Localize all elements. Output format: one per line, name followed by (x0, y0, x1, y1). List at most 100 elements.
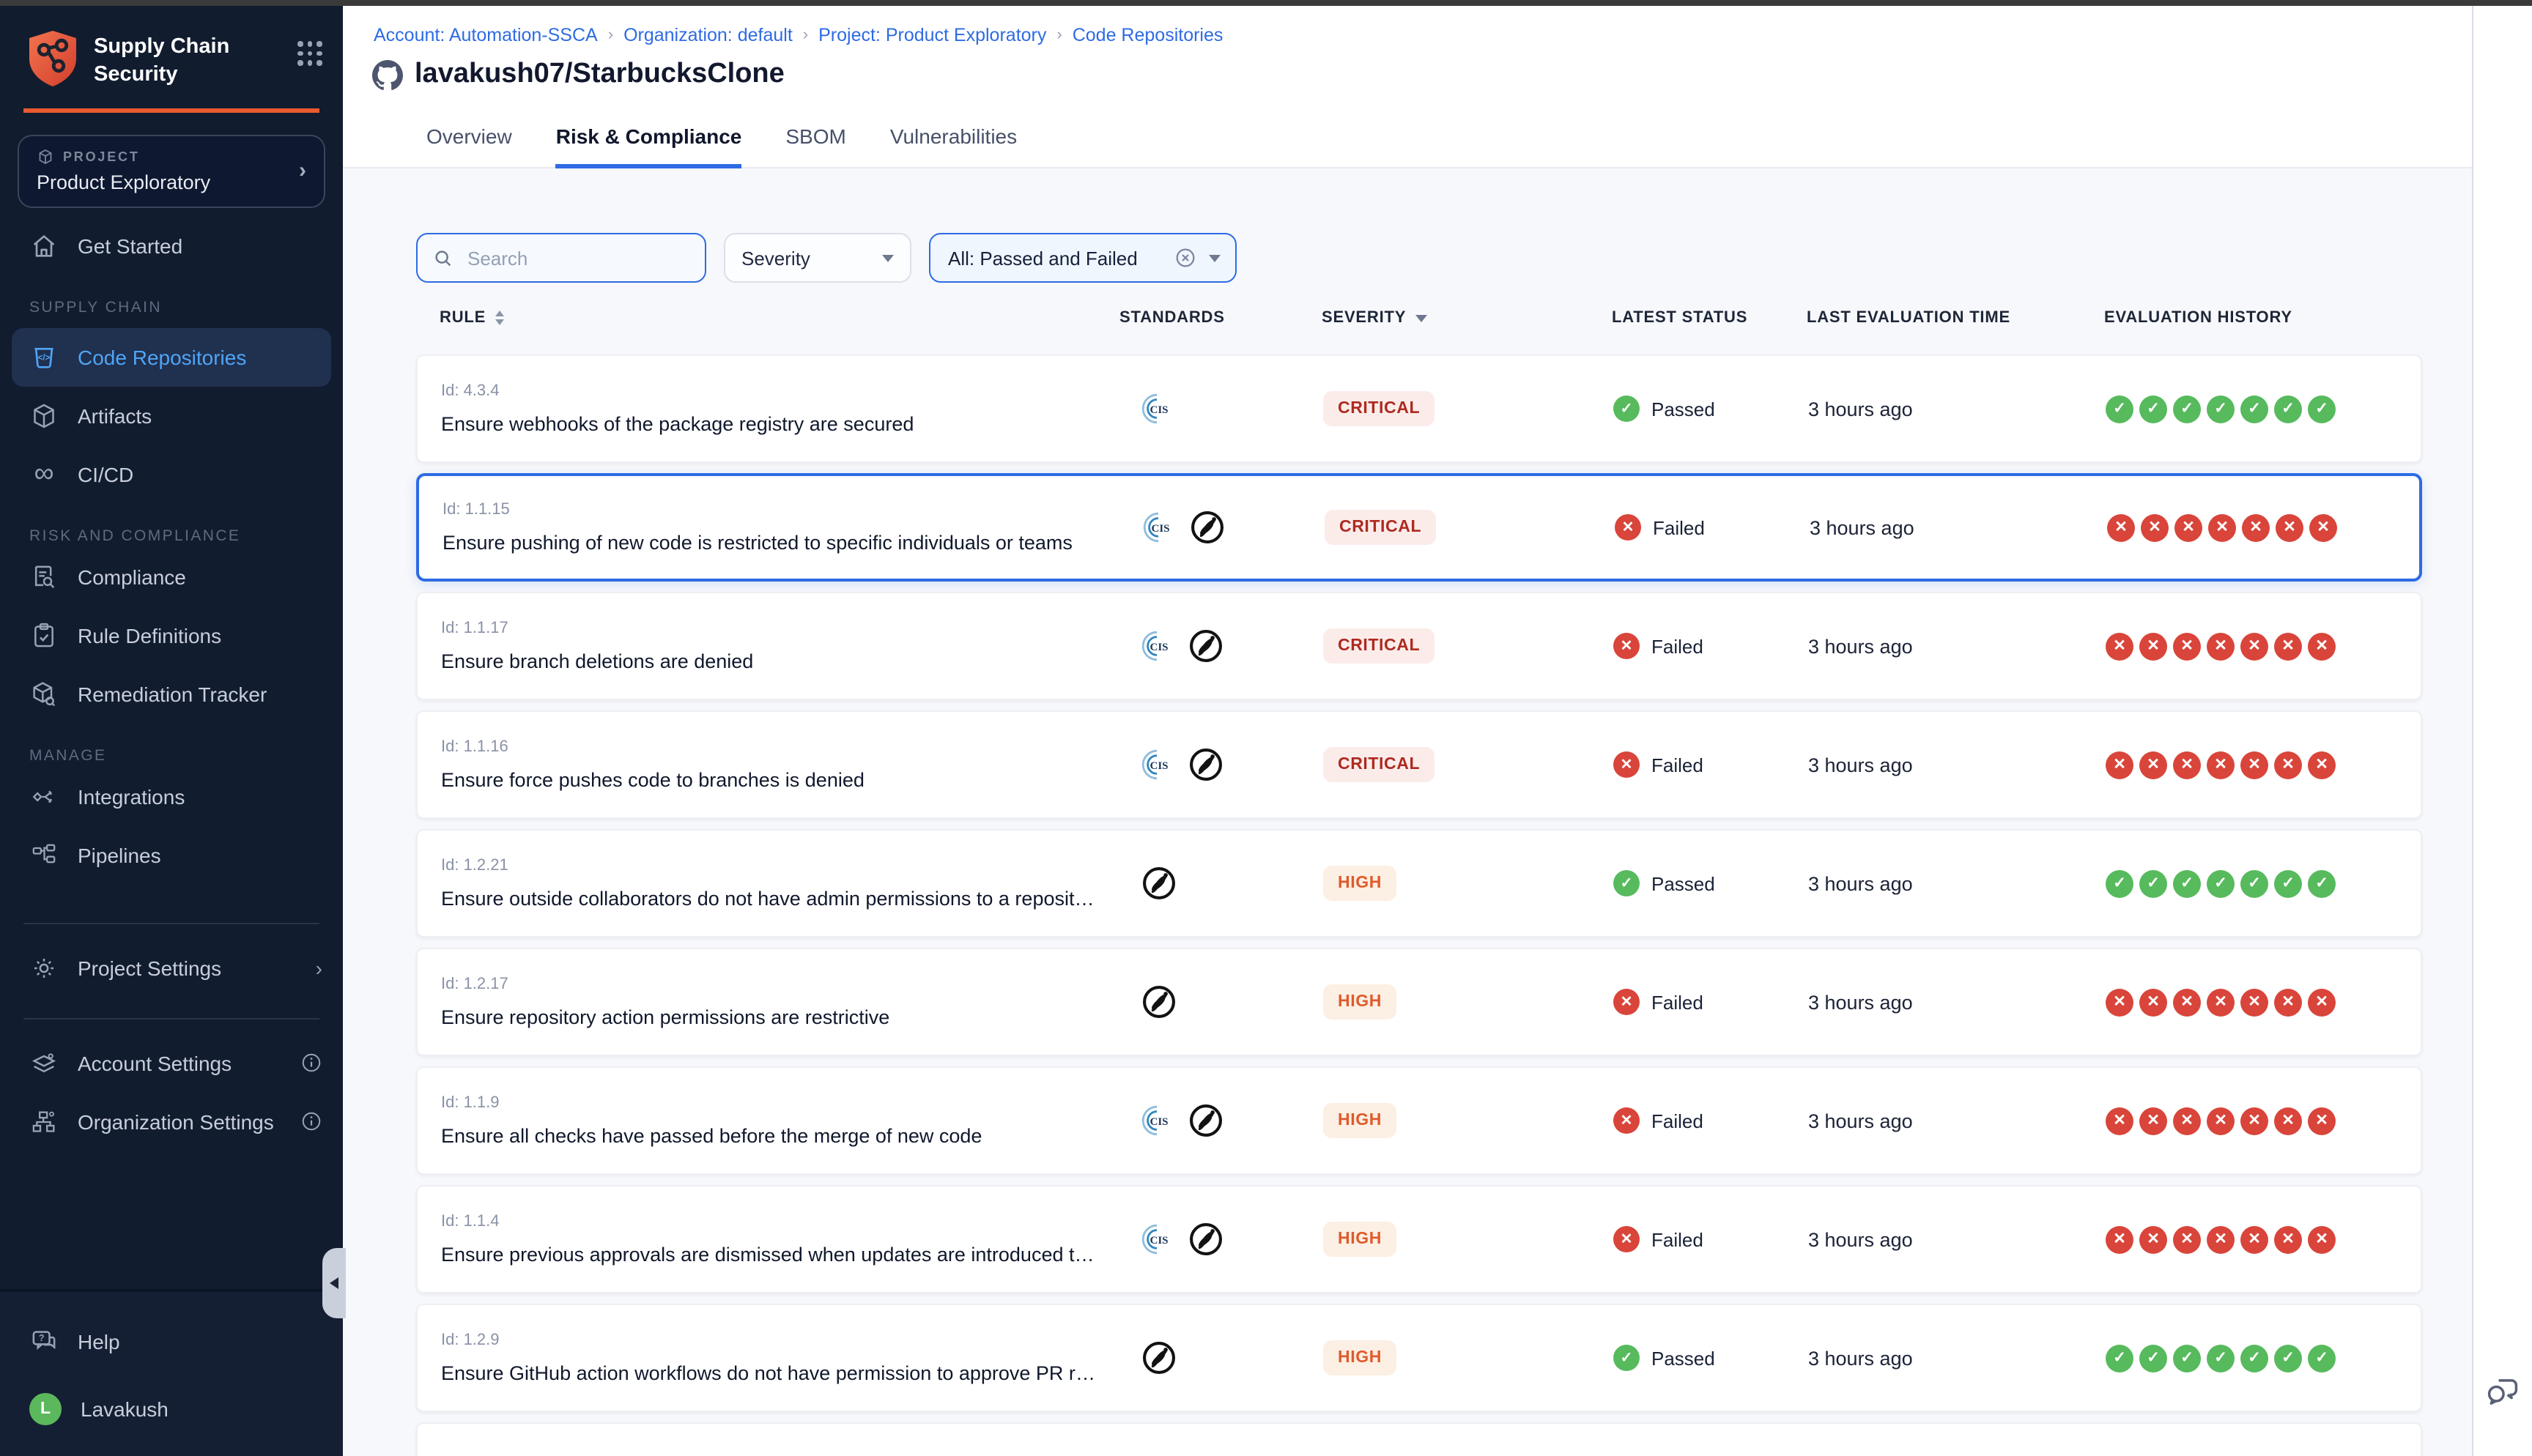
browser-top-strip (0, 0, 2532, 6)
status-label: Passed (1651, 872, 1715, 894)
history-fail-icon: ✕ (2308, 988, 2336, 1016)
tab-risk-compliance[interactable]: Risk & Compliance (556, 125, 742, 168)
history-pass-icon: ✓ (2274, 1344, 2302, 1372)
rule-id: Id: 1.2.17 (441, 976, 1097, 993)
history-fail-icon: ✕ (2309, 513, 2337, 541)
breadcrumb-link[interactable]: Code Repositories (1073, 25, 1224, 45)
sidebar-item-integrations[interactable]: Integrations (0, 767, 343, 825)
rule-cell: Id: 4.3.4Ensure webhooks of the package … (418, 382, 1121, 435)
breadcrumb-link[interactable]: Account: Automation-SSCA (374, 25, 598, 45)
table-row[interactable]: Id: 1.2.9Ensure GitHub action workflows … (416, 1304, 2422, 1412)
history-fail-icon: ✕ (2240, 1107, 2268, 1134)
table-row[interactable]: Id: 1.2.21Ensure outside collaborators d… (416, 829, 2422, 937)
sidebar-item-pipelines[interactable]: Pipelines (0, 825, 343, 884)
tab-vulnerabilities[interactable]: Vulnerabilities (890, 125, 1017, 168)
status-label: Failed (1651, 1228, 1703, 1250)
severity-cell: HIGH (1323, 1103, 1613, 1138)
table-row[interactable]: Id: 1.1.17Ensure branch deletions are de… (416, 592, 2422, 700)
user-menu[interactable]: L Lavakush (0, 1380, 343, 1438)
app-switcher-icon[interactable] (297, 41, 322, 66)
history-fail-icon: ✕ (2274, 1225, 2302, 1253)
history-pass-icon: ✓ (2106, 1344, 2133, 1372)
column-header-rule[interactable]: RULE (416, 309, 1119, 327)
rule-cell: Id: 1.1.9Ensure all checks have passed b… (418, 1094, 1121, 1147)
search-box[interactable] (416, 233, 706, 283)
status-filter-dropdown[interactable]: All: Passed and Failed (929, 233, 1237, 283)
tab-overview[interactable]: Overview (426, 125, 512, 168)
sidebar-item-rule-definitions[interactable]: Rule Definitions (0, 606, 343, 664)
owasp-standard-icon (1187, 1102, 1225, 1140)
history-fail-icon: ✕ (2139, 988, 2167, 1016)
severity-filter-dropdown[interactable]: Severity (724, 233, 911, 283)
breadcrumb-link[interactable]: Project: Product Exploratory (818, 25, 1046, 45)
sidebar-item-label: Code Repositories (78, 345, 246, 368)
page-header: Account: Automation-SSCA › Organization: d… (343, 6, 2473, 168)
history-fail-icon: ✕ (2242, 513, 2270, 541)
history-pass-icon: ✓ (2139, 395, 2167, 423)
table-row[interactable]: Id: 1.1.16Ensure force pushes code to br… (416, 710, 2422, 819)
search-input[interactable] (464, 245, 690, 270)
failed-icon: ✕ (1613, 989, 1640, 1015)
history-fail-icon: ✕ (2207, 988, 2235, 1016)
brand-accent-rule (23, 108, 319, 112)
sidebar-item-account-settings[interactable]: Account Settings (0, 1033, 343, 1092)
clear-filter-icon[interactable] (1174, 246, 1197, 270)
history-pass-icon: ✓ (2139, 869, 2167, 897)
sidebar-item-get-started[interactable]: Get Started (0, 216, 343, 275)
table-row[interactable]: Id: 4.3.4Ensure webhooks of the package … (416, 354, 2422, 463)
sidebar-item-compliance[interactable]: Compliance (0, 547, 343, 606)
history-pass-icon: ✓ (2207, 1344, 2235, 1372)
rules-table-body: Id: 4.3.4Ensure webhooks of the package … (416, 354, 2422, 1456)
history-pass-icon: ✓ (2240, 869, 2268, 897)
artifacts-cube-icon (29, 401, 59, 430)
severity-cell: HIGH (1323, 1340, 1613, 1375)
tab-bar: Overview Risk & Compliance SBOM Vulnerabili… (343, 125, 1017, 168)
sidebar-item-label: Organization Settings (78, 1110, 274, 1133)
chevron-down-icon (882, 254, 894, 261)
sidebar-item-label: Remediation Tracker (78, 682, 267, 705)
history-fail-icon: ✕ (2173, 1225, 2201, 1253)
severity-cell: CRITICAL (1323, 628, 1613, 664)
column-header-severity[interactable]: SEVERITY (1322, 309, 1612, 327)
title-row: lavakush07/StarbucksClone (343, 45, 2473, 91)
history-fail-icon: ✕ (2106, 1107, 2133, 1134)
brand: Supply Chain Security (0, 6, 343, 89)
sidebar-item-label: CI/CD (78, 462, 133, 486)
sidebar-item-artifacts[interactable]: Artifacts (0, 386, 343, 445)
last-evaluation-time: 3 hours ago (1808, 1228, 2106, 1250)
info-icon[interactable] (300, 1052, 322, 1074)
chevron-right-icon: › (299, 157, 306, 182)
owasp-standard-icon (1140, 983, 1178, 1021)
svg-text:CIS: CIS (1151, 523, 1169, 535)
table-row[interactable]: Id: 1.2.17Ensure repository action permi… (416, 948, 2422, 1056)
sidebar-item-cicd[interactable]: ∞ CI/CD (0, 445, 343, 503)
breadcrumb-link[interactable]: Organization: default (623, 25, 793, 45)
table-row[interactable]: Id: 1.1.4Ensure previous approvals are d… (416, 1185, 2422, 1293)
history-fail-icon: ✕ (2208, 513, 2236, 541)
chat-support-icon[interactable] (2484, 1373, 2522, 1418)
table-row[interactable]: Id: 1.1.15Ensure pushing of new code is … (416, 473, 2422, 582)
sidebar-divider (23, 922, 319, 924)
pipelines-icon (29, 840, 59, 869)
sidebar-item-organization-settings[interactable]: Organization Settings (0, 1092, 343, 1151)
tab-sbom[interactable]: SBOM (785, 125, 845, 168)
table-row[interactable]: Id: 1.1.9Ensure all checks have passed b… (416, 1066, 2422, 1175)
status-cell: ✓Passed (1613, 870, 1808, 896)
severity-badge: HIGH (1323, 1103, 1396, 1138)
sidebar-item-help[interactable]: ? Help (0, 1312, 343, 1371)
cube-icon (37, 147, 54, 165)
org-chart-gear-icon (29, 1107, 59, 1136)
history-pass-icon: ✓ (2308, 869, 2336, 897)
sidebar-collapse-handle[interactable] (322, 1248, 346, 1318)
sidebar-item-code-repositories[interactable]: </> Code Repositories (12, 327, 331, 386)
sidebar-item-remediation-tracker[interactable]: Remediation Tracker (0, 664, 343, 723)
last-evaluation-time: 3 hours ago (1808, 635, 2106, 657)
cis-standard-icon: CIS (1140, 1222, 1175, 1257)
project-switcher[interactable]: PROJECT Product Exploratory › (18, 134, 325, 207)
table-row[interactable]: Id: 1.1.5 CIS HIGH✕Failed3 hours ago✕✕✕✕… (416, 1422, 2422, 1456)
severity-cell: CRITICAL (1323, 391, 1613, 426)
breadcrumb-separator: › (1056, 26, 1062, 44)
sidebar-item-project-settings[interactable]: Project Settings › (0, 938, 343, 997)
info-icon[interactable] (300, 1110, 322, 1132)
status-cell: ✕Failed (1613, 751, 1808, 778)
